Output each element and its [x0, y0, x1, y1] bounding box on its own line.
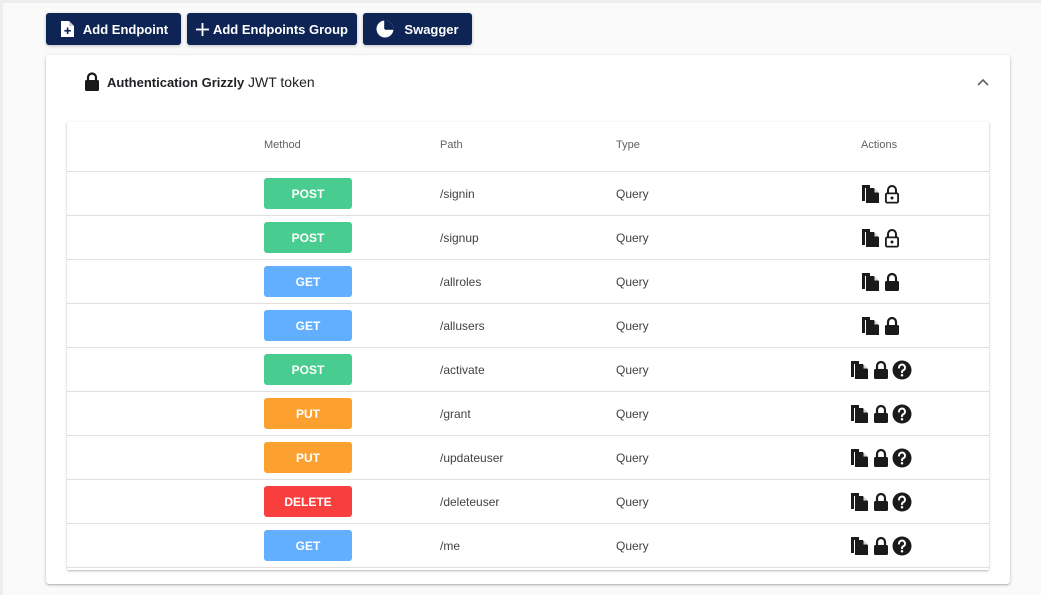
chevron-up-icon[interactable] — [977, 73, 989, 91]
endpoint-type: Query — [616, 407, 649, 421]
row-actions — [837, 447, 925, 469]
help-icon[interactable] — [892, 448, 912, 468]
method-badge-post[interactable]: POST — [264, 354, 352, 385]
add-endpoint-label: Add Endpoint — [82, 21, 169, 37]
endpoint-type: Query — [616, 275, 649, 289]
endpoint-path: /allroles — [440, 275, 482, 289]
lock-open-icon[interactable] — [883, 228, 901, 248]
method-badge-get[interactable]: GET — [264, 530, 352, 561]
group-title: Authentication Grizzly — [107, 75, 245, 90]
lock-icon[interactable] — [872, 448, 890, 468]
endpoint-path: /allusers — [440, 319, 485, 333]
swagger-label: Swagger — [404, 21, 459, 37]
table-row: PUT/grant Query — [67, 392, 989, 436]
endpoint-path: /signup — [440, 231, 479, 245]
help-icon[interactable] — [892, 492, 912, 512]
lock-icon — [84, 72, 100, 97]
table-row: POST/signup Query — [67, 216, 989, 260]
copy-icon[interactable] — [850, 492, 870, 512]
endpoint-path: /me — [440, 539, 461, 553]
lock-icon[interactable] — [883, 272, 901, 292]
table-body: POST/signin Query POST/signup Query GET/allr… — [67, 172, 989, 568]
method-badge-put[interactable]: PUT — [264, 398, 352, 429]
endpoint-type: Query — [616, 319, 649, 333]
page-edge-left — [0, 0, 3, 595]
row-actions — [837, 535, 925, 557]
add-endpoints-group-label: Add Endpoints Group — [212, 21, 349, 37]
endpoint-path: /signin — [440, 187, 475, 201]
copy-icon[interactable] — [850, 448, 870, 468]
copy-icon[interactable] — [861, 184, 881, 204]
method-badge-get[interactable]: GET — [264, 266, 352, 297]
table-row: PUT/updateuser Query — [67, 436, 989, 480]
page-edge-top — [0, 0, 1041, 3]
lock-icon[interactable] — [872, 536, 890, 556]
endpoint-path: /deleteuser — [440, 495, 500, 509]
row-actions — [837, 359, 925, 381]
endpoint-path: /grant — [440, 407, 471, 421]
row-actions — [837, 227, 925, 249]
lock-icon[interactable] — [872, 404, 890, 424]
table-row: GET/me Query — [67, 524, 989, 568]
help-icon[interactable] — [892, 404, 912, 424]
endpoint-type: Query — [616, 363, 649, 377]
pie-chart-icon — [376, 20, 394, 38]
copy-icon[interactable] — [850, 404, 870, 424]
lock-icon[interactable] — [872, 492, 890, 512]
endpoint-path: /activate — [440, 363, 485, 377]
table-row: DELETE/deleteuser Query — [67, 480, 989, 524]
method-badge-delete[interactable]: DELETE — [264, 486, 352, 517]
endpoint-type: Query — [616, 539, 649, 553]
lock-icon[interactable] — [872, 360, 890, 380]
table-row: POST/activate Query — [67, 348, 989, 392]
copy-icon[interactable] — [861, 228, 881, 248]
column-header-path: Path — [440, 139, 463, 151]
method-badge-get[interactable]: GET — [264, 310, 352, 341]
add-endpoint-button[interactable]: Add Endpoint — [46, 13, 181, 45]
endpoint-type: Query — [616, 231, 649, 245]
copy-icon[interactable] — [850, 536, 870, 556]
help-icon[interactable] — [892, 536, 912, 556]
row-actions — [837, 403, 925, 425]
column-header-actions: Actions — [861, 139, 898, 151]
group-subtitle: JWT token — [248, 74, 315, 90]
endpoint-type: Query — [616, 187, 649, 201]
help-icon[interactable] — [892, 360, 912, 380]
method-badge-post[interactable]: POST — [264, 222, 352, 253]
row-actions — [837, 315, 925, 337]
add-endpoints-group-button[interactable]: Add Endpoints Group — [187, 13, 357, 45]
table-row: POST/signin Query — [67, 172, 989, 216]
table-row: GET/allusers Query — [67, 304, 989, 348]
column-header-method: Method — [264, 139, 301, 151]
add-file-icon — [59, 20, 75, 38]
endpoint-type: Query — [616, 495, 649, 509]
endpoint-path: /updateuser — [440, 451, 504, 465]
lock-open-icon[interactable] — [883, 184, 901, 204]
row-actions — [837, 183, 925, 205]
row-actions — [837, 271, 925, 293]
copy-icon[interactable] — [861, 272, 881, 292]
method-badge-post[interactable]: POST — [264, 178, 352, 209]
copy-icon[interactable] — [861, 316, 881, 336]
swagger-button[interactable]: Swagger — [363, 13, 472, 45]
toolbar: Add Endpoint Add Endpoints Group Swagger — [46, 13, 472, 45]
method-badge-put[interactable]: PUT — [264, 442, 352, 473]
endpoints-table: Method Path Type Actions POST/signin Quer… — [67, 122, 989, 570]
column-header-type: Type — [616, 139, 640, 151]
endpoint-group-header[interactable]: Authentication Grizzly JWT token — [46, 55, 1010, 111]
table-header: Method Path Type Actions — [67, 122, 989, 172]
table-row: GET/allroles Query — [67, 260, 989, 304]
copy-icon[interactable] — [850, 360, 870, 380]
row-actions — [837, 491, 925, 513]
plus-icon — [195, 22, 209, 36]
endpoint-group-panel: Authentication Grizzly JWT token Method … — [46, 55, 1010, 584]
endpoint-type: Query — [616, 451, 649, 465]
lock-icon[interactable] — [883, 316, 901, 336]
